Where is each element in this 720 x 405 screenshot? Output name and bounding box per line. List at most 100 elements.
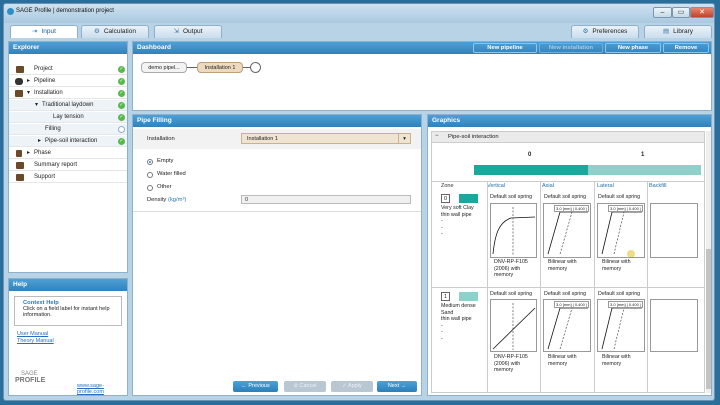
vertical-spring-label: Default soil spring xyxy=(490,194,533,200)
tab-library[interactable]: ▤ Library xyxy=(644,25,712,38)
section-header[interactable]: − Pipe-soil interaction xyxy=(432,132,704,143)
axial-spring-plot[interactable]: 3.0 [mm] | 0.400 | xyxy=(543,203,591,258)
lateral-spring-label: Default soil spring xyxy=(598,194,641,200)
water-filled-label: Water filled xyxy=(157,171,186,177)
axial-caption: Bilinear with memory xyxy=(548,259,577,272)
pipeline-icon xyxy=(15,78,23,85)
installation-icon xyxy=(15,90,23,97)
divider xyxy=(133,211,421,212)
zone-number: 0 xyxy=(441,194,450,203)
tab-calculation[interactable]: ⚙ Calculation xyxy=(81,25,149,38)
tree-item-filling[interactable]: Filling xyxy=(9,124,127,135)
installation-select[interactable]: Installation 1 ▾ xyxy=(241,133,411,144)
minimize-button[interactable]: – xyxy=(653,7,672,18)
context-help-text: Click on a field label for instant help … xyxy=(23,306,110,318)
tab-input[interactable]: ⇥ Input xyxy=(10,25,78,38)
radio-empty[interactable] xyxy=(147,159,153,165)
graphics-canvas: − Pipe-soil interaction 0 1 Zone Vertica… xyxy=(431,131,705,393)
vertical-spring-plot[interactable] xyxy=(490,299,537,352)
axial-spring-label: Default soil spring xyxy=(544,291,587,297)
export-icon: ⇲ xyxy=(173,28,179,35)
tree-item-phase[interactable]: ▸ Phase xyxy=(9,148,127,159)
sage-profile-logo: SAGE PROFILE xyxy=(15,371,46,384)
vertical-spring-plot[interactable] xyxy=(490,203,537,258)
lateral-spring-plot[interactable]: 3.0 [mm] | 0.400 | xyxy=(597,299,645,352)
col-axial: Axial xyxy=(542,183,554,189)
col-backfill: Backfill xyxy=(649,183,667,189)
tree-item-project[interactable]: Project ✓ xyxy=(9,64,127,75)
dashboard-header: Dashboard New pipeline New installation … xyxy=(133,42,711,54)
chevron-down-icon: ▾ xyxy=(398,134,410,143)
backfill-plot[interactable] xyxy=(650,299,698,352)
backfill-plot[interactable] xyxy=(650,203,698,258)
gear-icon: ⚙ xyxy=(582,28,589,35)
zone-row-1[interactable]: 1 Medium dense Sand thin wall pipe - - - Defa… xyxy=(432,289,704,392)
tree-item-summary-report[interactable]: Summary report xyxy=(9,160,127,171)
dashboard-title: Dashboard xyxy=(137,44,171,51)
arrow-right-icon: → xyxy=(399,383,407,389)
axial-spring-label: Default soil spring xyxy=(544,194,587,200)
help-title: Help xyxy=(9,279,127,291)
lateral-spring-plot[interactable]: 3.0 [mm] | 0.400 | xyxy=(597,203,645,258)
axial-caption: Bilinear with memory xyxy=(548,354,577,367)
context-help-box: Context Help Click on a field label for … xyxy=(14,296,122,326)
tree-item-pipe-soil-interaction[interactable]: ▸ Pipe-soil interaction ✓ xyxy=(9,136,127,147)
status-ok-icon: ✓ xyxy=(118,90,125,97)
scrollbar-thumb[interactable] xyxy=(706,249,711,389)
tree-item-support[interactable]: Support xyxy=(9,172,127,183)
tree-item-lay-tension[interactable]: Lay tension ✓ xyxy=(9,112,127,123)
pipe-filling-panel: Pipe Filling Installation Installation 1… xyxy=(132,114,422,396)
project-icon xyxy=(16,66,24,73)
apply-button[interactable]: ✓ Apply xyxy=(331,381,373,392)
vertical-scrollbar[interactable] xyxy=(706,131,711,393)
add-node-circle[interactable] xyxy=(250,62,261,73)
tree-item-pipeline[interactable]: ▸ Pipeline ✓ xyxy=(9,76,127,87)
zone-row-0[interactable]: 0 Very soft Clay thin wall pipe - - - Defaul… xyxy=(432,191,704,291)
explorer-title: Explorer xyxy=(9,42,127,54)
next-button[interactable]: Next → xyxy=(377,381,417,392)
vertical-caption: DNV-RP-F105 (2006) with memory xyxy=(494,354,528,373)
tree-item-traditional-laydown[interactable]: ▾ Traditional laydown ✓ xyxy=(9,100,127,111)
graphics-panel: Graphics − Pipe-soil interaction 0 1 Zon… xyxy=(427,114,712,396)
close-button[interactable]: ✕ xyxy=(690,7,714,18)
maximize-button[interactable]: ▭ xyxy=(672,7,690,18)
node-connector xyxy=(187,67,197,68)
tree-item-installation[interactable]: ▾ Installation ✓ xyxy=(9,88,127,99)
new-phase-button[interactable]: New phase xyxy=(605,43,661,53)
col-vertical: Vertical xyxy=(487,183,506,189)
gear-icon: ⚙ xyxy=(94,28,100,35)
cancel-button[interactable]: ⊘ Cancel xyxy=(284,381,326,392)
remove-button[interactable]: Remove xyxy=(663,43,709,53)
density-input[interactable]: 0 xyxy=(241,195,411,204)
status-ok-icon: ✓ xyxy=(118,102,125,109)
zone-description: Very soft Clay thin wall pipe - - - xyxy=(441,205,474,237)
zone-bar-1[interactable] xyxy=(588,165,701,175)
window-title: SAGE Profile | demonstration project xyxy=(16,8,114,14)
pipeline-node[interactable]: demo pipel... xyxy=(141,62,187,73)
status-pending-icon xyxy=(118,126,125,133)
new-installation-button[interactable]: New installation xyxy=(539,43,603,53)
axial-spring-plot[interactable]: 3.0 [mm] | 0.400 | xyxy=(543,299,591,352)
website-link[interactable]: www.sage-profile.com xyxy=(77,383,127,395)
status-ok-icon: ✓ xyxy=(118,114,125,121)
previous-button[interactable]: ← Previous xyxy=(233,381,278,392)
radio-water-filled[interactable] xyxy=(147,172,153,178)
vertical-caption: DNV-RP-F105 (2006) with memory xyxy=(494,259,528,278)
status-ok-icon: ✓ xyxy=(118,66,125,73)
zone-number: 1 xyxy=(441,292,450,301)
installation-node[interactable]: Installation 1 xyxy=(197,62,243,73)
other-label: Other xyxy=(157,184,172,190)
status-ok-icon: ✓ xyxy=(118,78,125,85)
zone-bar-0[interactable] xyxy=(474,165,588,175)
app-window: SAGE Profile | demonstration project – ▭… xyxy=(3,3,715,401)
new-pipeline-button[interactable]: New pipeline xyxy=(473,43,537,53)
tab-output[interactable]: ⇲ Output xyxy=(154,25,222,38)
zone-bar-label: 1 xyxy=(641,152,645,158)
theory-manual-link[interactable]: Theory Manual xyxy=(17,338,54,344)
user-manual-link[interactable]: User Manual xyxy=(17,331,48,337)
help-panel: Help Context Help Click on a field label… xyxy=(8,278,128,396)
collapse-icon[interactable]: − xyxy=(435,133,439,139)
status-ok-icon: ✓ xyxy=(118,138,125,145)
radio-other[interactable] xyxy=(147,185,153,191)
tab-preferences[interactable]: ⚙ Preferences xyxy=(571,25,639,38)
